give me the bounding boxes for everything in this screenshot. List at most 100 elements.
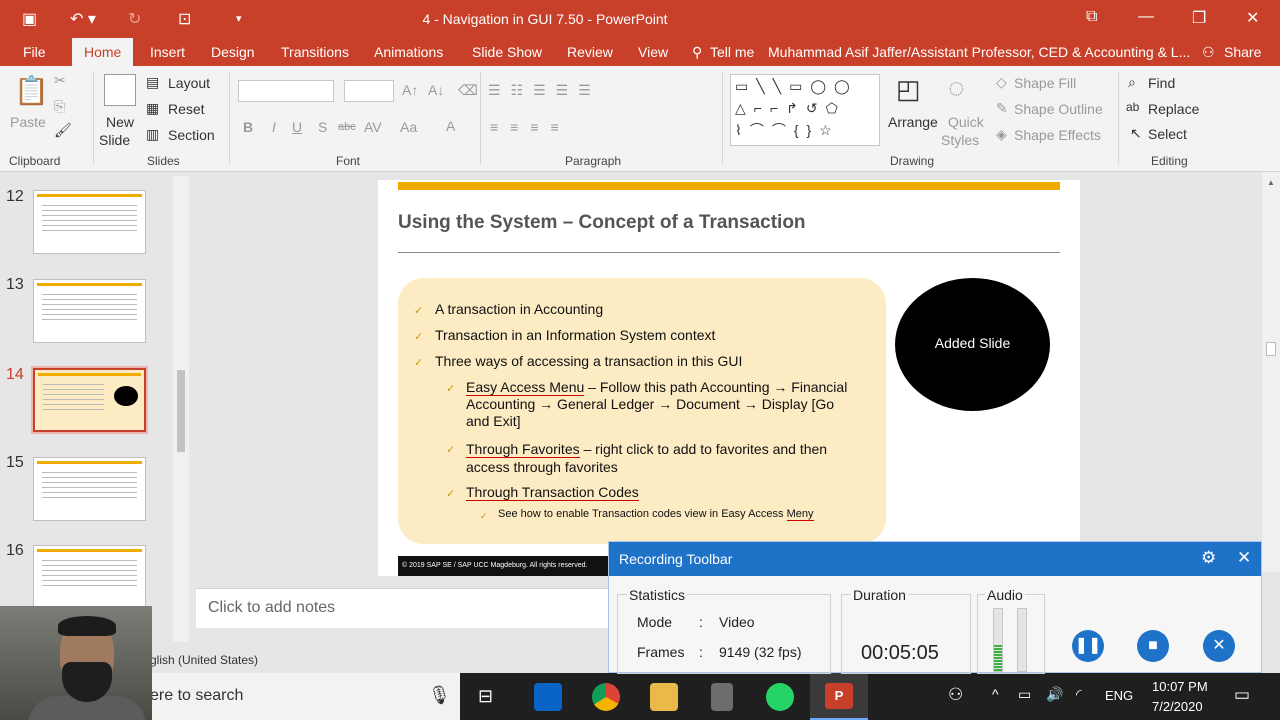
outlook-icon[interactable] (534, 683, 562, 711)
people-icon[interactable]: ⚇ (948, 685, 963, 705)
slide-thumbnail-14[interactable] (31, 366, 148, 434)
tell-me-input[interactable]: Tell me (710, 44, 754, 60)
slide-thumbnails-pane: 12 13 14 15 16 (0, 172, 195, 609)
find-button[interactable]: Find (1148, 75, 1175, 91)
shapes-gallery[interactable]: ▭╲╲▭◯◯ △⌐⌐↱↺⬠ ⌇⌒⌒{}☆ (730, 74, 880, 146)
layout-button[interactable]: Layout (168, 75, 210, 91)
tab-transitions[interactable]: Transitions (281, 44, 349, 60)
audio-volume-slider[interactable] (1017, 608, 1027, 672)
font-color-button[interactable]: A (446, 118, 455, 134)
minimize-icon[interactable]: — (1138, 8, 1154, 26)
tray-chevron-icon[interactable]: ^ (992, 686, 999, 702)
scroll-up-icon[interactable]: ▲ (1267, 178, 1275, 187)
paste-button[interactable]: Paste (10, 114, 46, 130)
slide-canvas[interactable]: Using the System – Concept of a Transact… (378, 180, 1080, 576)
microphone-icon[interactable]: 🎙 (428, 685, 451, 706)
shape-effects-button[interactable]: Shape Effects (1014, 127, 1101, 143)
cancel-recording-button[interactable]: ✕ (1203, 630, 1235, 662)
restore-icon[interactable]: ❐ (1192, 8, 1206, 28)
language-status[interactable]: glish (United States) (150, 653, 258, 667)
font-name-combo[interactable] (238, 80, 334, 102)
slide-scrollbar[interactable]: ▲ (1262, 172, 1280, 572)
tab-design[interactable]: Design (211, 44, 255, 60)
notes-pane[interactable]: Click to add notes (196, 588, 616, 628)
thumbnails-scrollbar[interactable] (173, 176, 189, 642)
shadow-button[interactable]: S (318, 119, 327, 135)
stop-button[interactable]: ■ (1137, 630, 1169, 662)
tab-file[interactable]: File (23, 44, 46, 60)
user-name[interactable]: Muhammad Asif Jaffer/Assistant Professor… (768, 44, 1190, 60)
arrange-button[interactable]: Arrange (888, 114, 938, 130)
new-slide-label-1[interactable]: New (106, 114, 134, 130)
tab-animations[interactable]: Animations (374, 44, 443, 60)
thumb-number: 16 (6, 542, 24, 559)
quick-styles-label-1[interactable]: Quick (948, 114, 984, 130)
shape-fill-button[interactable]: Shape Fill (1014, 75, 1076, 91)
scroll-thumb[interactable] (177, 370, 185, 452)
clock-date[interactable]: 7/2/2020 (1152, 699, 1203, 714)
select-button[interactable]: Select (1148, 126, 1187, 142)
bold-button[interactable]: B (243, 119, 253, 135)
cut-icon[interactable]: ✂ (54, 72, 66, 89)
slide-thumbnail-15[interactable] (33, 457, 146, 521)
grow-font-icon[interactable]: A↑ (402, 82, 418, 98)
reset-button[interactable]: Reset (168, 101, 205, 117)
file-explorer-icon[interactable] (650, 683, 678, 711)
close-icon[interactable]: ✕ (1246, 8, 1259, 28)
new-slide-icon[interactable] (104, 74, 136, 106)
powerpoint-taskbar-button[interactable]: P (810, 673, 868, 720)
input-language[interactable]: ENG (1105, 688, 1133, 703)
chrome-icon[interactable] (592, 683, 620, 711)
duration-value: 00:05:05 (861, 642, 939, 664)
new-slide-label-2[interactable]: Slide (99, 132, 130, 148)
slide-thumbnail-12[interactable] (33, 190, 146, 254)
window-title: 4 - Navigation in GUI 7.50 - PowerPoint (422, 11, 668, 27)
slide-thumbnail-16[interactable] (33, 545, 146, 609)
copy-icon[interactable]: ⎘ (54, 98, 65, 115)
pause-button[interactable]: ❚❚ (1072, 630, 1104, 662)
tab-home[interactable]: Home (72, 38, 134, 66)
tab-review[interactable]: Review (567, 44, 613, 60)
whatsapp-icon[interactable] (766, 683, 794, 711)
battery-icon[interactable]: ▭ (1018, 686, 1031, 703)
gear-icon[interactable]: ⚙ (1201, 548, 1216, 568)
section-button[interactable]: Section (168, 127, 215, 143)
bullet-1: A transaction in Accounting (435, 301, 604, 317)
character-spacing-button[interactable]: AV (364, 119, 382, 135)
tab-slide-show[interactable]: Slide Show (472, 44, 542, 60)
paragraph-list-icons[interactable]: ☰☷☰☰☰ (488, 82, 601, 99)
format-painter-icon[interactable]: 🖌 (54, 122, 72, 139)
added-slide-oval[interactable]: Added Slide (895, 278, 1050, 411)
quick-styles-label-2[interactable]: Styles (941, 132, 979, 148)
notifications-icon[interactable]: ▭ (1234, 685, 1250, 705)
clear-format-icon[interactable]: ⌫ (458, 82, 478, 99)
task-view-icon[interactable]: ⊟ (478, 686, 493, 707)
tab-insert[interactable]: Insert (150, 44, 185, 60)
replace-button[interactable]: Replace (1148, 101, 1199, 117)
ribbon-display-icon[interactable]: ⧉ (1086, 8, 1097, 26)
slide-top-bar (398, 182, 1060, 190)
notes-placeholder[interactable]: Click to add notes (208, 599, 335, 617)
change-case-button[interactable]: Aa (400, 119, 417, 135)
wifi-icon[interactable]: ◜ (1076, 686, 1081, 703)
italic-button[interactable]: I (272, 119, 276, 135)
close-icon[interactable]: ✕ (1237, 548, 1251, 568)
underline-button[interactable]: U (292, 119, 302, 135)
recorder-icon[interactable] (711, 683, 733, 711)
share-button[interactable]: Share (1224, 44, 1261, 60)
taskbar-search-box[interactable]: ere to search 🎙 (150, 673, 460, 720)
shrink-font-icon[interactable]: A↓ (428, 82, 444, 98)
font-size-combo[interactable] (344, 80, 394, 102)
clock-time[interactable]: 10:07 PM (1152, 679, 1208, 694)
volume-icon[interactable]: 🔊 (1046, 686, 1063, 703)
paragraph-align-icons[interactable]: ≡≡≡≡ (490, 119, 571, 135)
slide-title[interactable]: Using the System – Concept of a Transact… (398, 212, 806, 234)
recording-toolbar-header[interactable]: Recording Toolbar ⚙ ✕ (609, 542, 1261, 576)
taskbar-search-text[interactable]: ere to search (150, 687, 243, 705)
scroll-thumb[interactable] (1266, 342, 1276, 356)
shape-outline-button[interactable]: Shape Outline (1014, 101, 1103, 117)
tab-view[interactable]: View (638, 44, 668, 60)
strikethrough-button[interactable]: abc (338, 121, 356, 133)
slide-thumbnail-13[interactable] (33, 279, 146, 343)
content-panel[interactable]: ✓ A transaction in Accounting ✓ Transact… (398, 278, 886, 544)
